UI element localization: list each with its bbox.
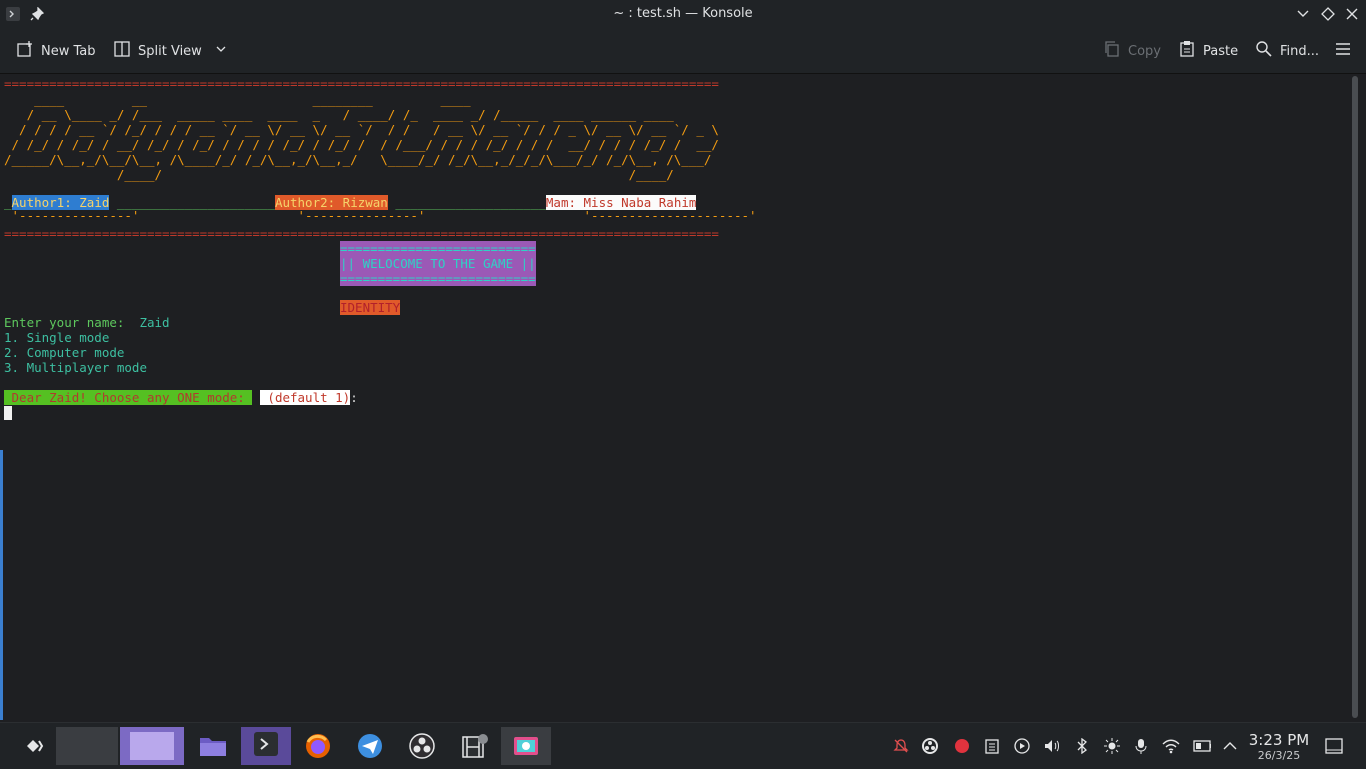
battery-icon[interactable] bbox=[1193, 737, 1211, 755]
toolbar: New Tab Split View Copy Paste Find... bbox=[0, 28, 1366, 74]
window-title: ~ : test.sh — Konsole bbox=[613, 6, 753, 21]
default-hint: (default 1) bbox=[259, 390, 351, 405]
firefox-icon[interactable] bbox=[296, 727, 340, 765]
ascii-art-line-5: /_____/\__,_/\__/\__, /\____/_/ /_/\__,_… bbox=[4, 152, 712, 167]
plane-app-icon[interactable] bbox=[348, 727, 392, 765]
scrollbar-thumb[interactable] bbox=[1352, 76, 1358, 718]
title-bar: ~ : test.sh — Konsole bbox=[0, 0, 1366, 28]
recording-icon[interactable] bbox=[953, 737, 971, 755]
terminal-icon bbox=[253, 731, 279, 761]
new-tab-button[interactable]: New Tab bbox=[16, 41, 96, 61]
obs-icon[interactable] bbox=[400, 727, 444, 765]
text-cursor bbox=[4, 406, 12, 420]
welcome-border-bottom: ========================== bbox=[340, 271, 536, 286]
clock-time: 3:23 PM bbox=[1248, 731, 1310, 749]
welcome-border-top: ========================== bbox=[340, 241, 536, 256]
chevron-down-icon bbox=[215, 43, 227, 59]
paste-icon bbox=[1178, 40, 1196, 62]
virtual-desktop-2[interactable] bbox=[120, 727, 184, 765]
clipboard-icon[interactable] bbox=[983, 737, 1001, 755]
find-label: Find... bbox=[1280, 43, 1320, 59]
welcome-banner: || WELOCOME TO THE GAME || bbox=[340, 256, 536, 271]
wifi-icon[interactable] bbox=[1162, 737, 1180, 755]
identity-label: IDENTITY bbox=[340, 300, 401, 315]
menu-button[interactable] bbox=[1334, 41, 1352, 61]
ascii-art-line-3: / / / / __ `/ /_/ / / / __ `/ __ \/ __ \… bbox=[4, 122, 719, 137]
video-editor-icon[interactable] bbox=[452, 727, 498, 765]
clock[interactable]: 3:23 PM 26/3/25 bbox=[1244, 731, 1314, 762]
virtual-desktop-1[interactable] bbox=[56, 727, 118, 765]
mode-option-2: 2. Computer mode bbox=[4, 345, 125, 360]
diamond-icon[interactable] bbox=[1319, 5, 1337, 23]
volume-icon[interactable] bbox=[1043, 737, 1061, 755]
taskbar: 3:23 PM 26/3/25 bbox=[0, 722, 1366, 769]
scrollbar[interactable] bbox=[1345, 74, 1366, 720]
paste-button[interactable]: Paste bbox=[1178, 41, 1238, 61]
separator-bottom: ========================================… bbox=[4, 226, 719, 241]
menu-icon bbox=[1334, 40, 1352, 62]
bluetooth-icon[interactable] bbox=[1073, 737, 1091, 755]
desktop-preview bbox=[130, 732, 174, 760]
new-tab-label: New Tab bbox=[41, 43, 96, 59]
name-prompt-line: Enter your name: Zaid bbox=[4, 315, 170, 330]
split-view-label: Split View bbox=[138, 43, 202, 59]
entered-name: Zaid bbox=[139, 315, 170, 330]
mode-option-3: 3. Multiplayer mode bbox=[4, 360, 147, 375]
brightness-icon[interactable] bbox=[1103, 737, 1121, 755]
ascii-art-line-4: / /_/ / /_/ / __/ /_/ / /_/ / / / / /_/ … bbox=[4, 137, 719, 152]
focus-indicator bbox=[0, 450, 3, 720]
ascii-art-line-1: ____ __ ________ ____ bbox=[4, 92, 471, 107]
authors-underline: '---------------' '---------------' '---… bbox=[4, 208, 757, 223]
prompt-colon: : bbox=[350, 390, 358, 405]
copy-label: Copy bbox=[1128, 43, 1161, 59]
mode-choice-line: Dear Zaid! Choose any ONE mode: (default… bbox=[4, 390, 358, 405]
choose-prompt: Dear Zaid! Choose any ONE mode: bbox=[4, 390, 253, 405]
screenshot-icon[interactable] bbox=[501, 727, 551, 765]
app-launcher-icon[interactable] bbox=[18, 727, 52, 765]
clock-date: 26/3/25 bbox=[1257, 749, 1301, 762]
separator-top: ========================================… bbox=[4, 76, 719, 91]
search-icon bbox=[1255, 40, 1273, 62]
files-icon[interactable] bbox=[190, 727, 236, 765]
microphone-icon[interactable] bbox=[1132, 737, 1150, 755]
copy-button[interactable]: Copy bbox=[1103, 41, 1161, 61]
chevron-down-icon[interactable] bbox=[1294, 5, 1312, 23]
obs-tray-icon[interactable] bbox=[921, 737, 939, 755]
close-icon[interactable] bbox=[1343, 5, 1361, 23]
split-view-button[interactable]: Split View bbox=[113, 41, 227, 61]
split-view-icon bbox=[113, 40, 131, 62]
ascii-art-line-6: /____/ /____/ bbox=[4, 167, 674, 182]
chevron-up-icon[interactable] bbox=[1221, 737, 1239, 755]
show-desktop-icon[interactable] bbox=[1325, 737, 1343, 755]
copy-icon bbox=[1103, 40, 1121, 62]
find-button[interactable]: Find... bbox=[1255, 41, 1319, 61]
notifications-icon[interactable] bbox=[892, 737, 910, 755]
name-prompt: Enter your name: bbox=[4, 315, 125, 330]
new-tab-icon bbox=[16, 40, 34, 62]
media-play-icon[interactable] bbox=[1013, 737, 1031, 755]
paste-label: Paste bbox=[1203, 43, 1239, 59]
terminal-area[interactable]: ========================== ==============… bbox=[0, 74, 1345, 720]
konsole-task[interactable] bbox=[241, 727, 291, 765]
ascii-art-line-2: / __ \____ _/ /___ _____ ____ ____ _ / _… bbox=[4, 107, 674, 122]
mode-option-1: 1. Single mode bbox=[4, 330, 110, 345]
